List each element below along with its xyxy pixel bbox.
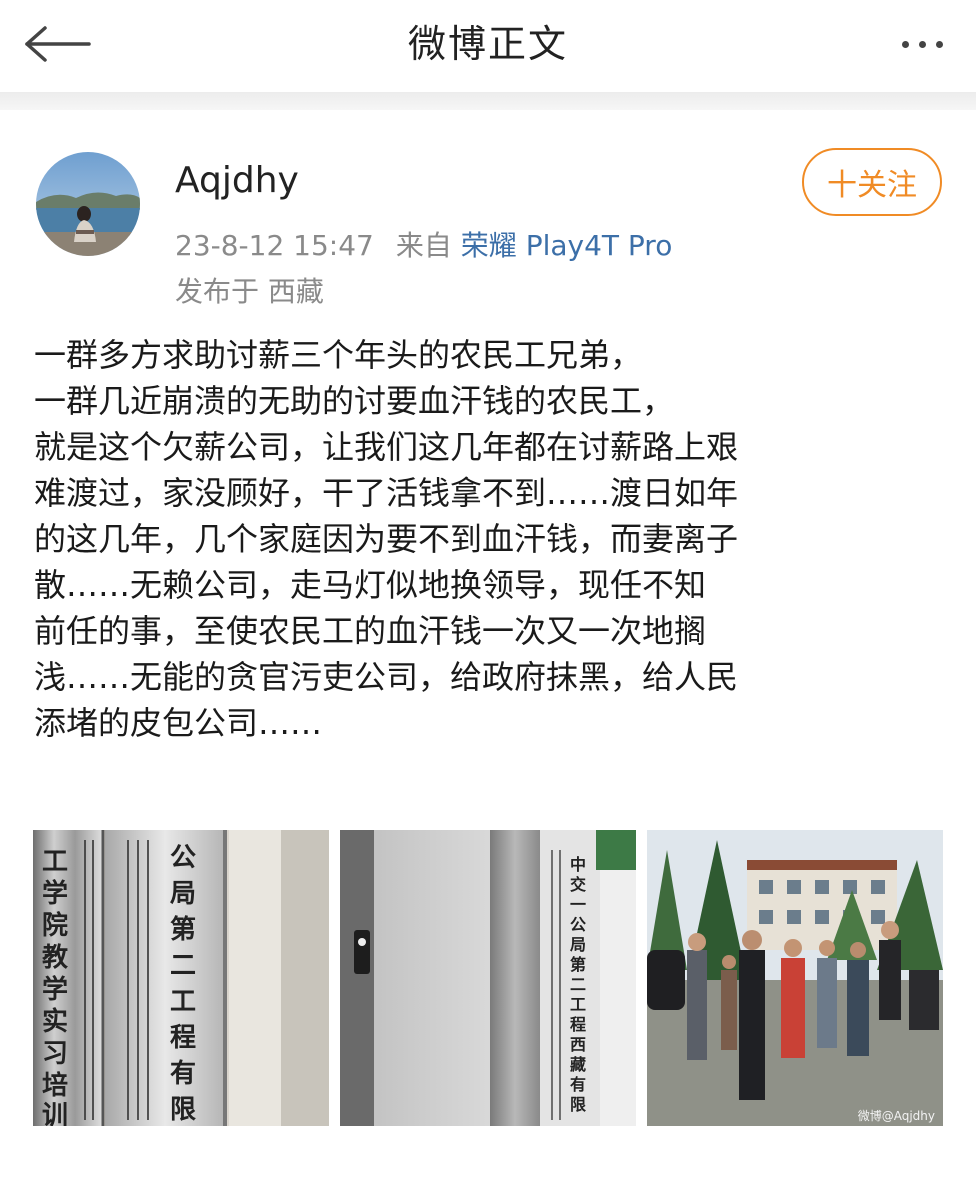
svg-text:藏: 藏 (570, 1055, 586, 1074)
sign-photo-2: 中 交 一 公 局 第 二 工 程 西 藏 有 限 (340, 830, 636, 1126)
post-line: 一群多方求助讨薪三个年头的农民工兄弟， (34, 336, 643, 374)
top-nav-bar: 微博正文 (0, 0, 976, 92)
crowd-photo: 微博@Aqjdhy (647, 830, 943, 1126)
svg-text:有: 有 (570, 1075, 586, 1094)
nav-divider (0, 92, 976, 110)
post-line: 添堵的皮包公司…… (34, 704, 323, 742)
follow-button[interactable]: 十关注 (802, 148, 942, 216)
post-line: 一群几近崩溃的无助的讨要血汗钱的农民工， (34, 382, 675, 420)
svg-text:交: 交 (570, 875, 586, 894)
avatar-image (36, 152, 140, 256)
image-watermark: 微博@Aqjdhy (858, 1108, 935, 1123)
post-line: 前任的事，至使农民工的血汗钱一次又一次地搁 (34, 612, 707, 650)
post-line: 散……无赖公司，走马灯似地换领导，现任不知 (34, 566, 707, 604)
svg-text:局: 局 (570, 935, 586, 954)
post-image-3[interactable]: 微博@Aqjdhy (647, 830, 943, 1126)
sign-photo-1: 工 学 院 教 学 实 习 培 训 公 局 第 二 工 程 有 限 (33, 830, 329, 1126)
svg-text:公: 公 (570, 915, 586, 934)
svg-text:实: 实 (42, 1006, 68, 1037)
more-dots-icon (901, 40, 909, 48)
svg-text:工: 工 (170, 987, 196, 1017)
device-source-link[interactable]: 荣耀 Play4T Pro (461, 229, 673, 262)
post-meta: 23-8-12 15:47 来自 荣耀 Play4T Pro (175, 224, 672, 264)
more-dot (935, 40, 943, 48)
sign-left-text: 工 (42, 847, 68, 877)
svg-text:限: 限 (170, 1095, 196, 1125)
svg-text:学: 学 (42, 878, 68, 909)
svg-text:培: 培 (42, 1071, 68, 1101)
svg-text:有: 有 (170, 1059, 196, 1089)
svg-text:程: 程 (570, 1015, 586, 1034)
svg-text:学: 学 (42, 974, 68, 1005)
post-location: 发布于 西藏 (175, 275, 324, 308)
page-title: 微博正文 (407, 22, 568, 66)
svg-text:习: 习 (42, 1039, 68, 1069)
post-line: 难渡过，家没顾好，干了活钱拿不到……渡日如年 (34, 474, 739, 512)
post-body: 一群多方求助讨薪三个年头的农民工兄弟， 一群几近崩溃的无助的讨要血汗钱的农民工，… (34, 332, 934, 746)
svg-text:程: 程 (170, 1023, 196, 1053)
svg-text:工: 工 (570, 995, 586, 1014)
post-line: 的这几年，几个家庭因为要不到血汗钱，而妻离子 (34, 520, 739, 558)
svg-text:一: 一 (570, 895, 586, 914)
svg-text:二: 二 (170, 951, 196, 981)
post-timestamp: 23-8-12 15:47 (175, 229, 374, 262)
svg-text:中: 中 (570, 855, 586, 874)
svg-text:训: 训 (42, 1101, 68, 1126)
svg-text:局: 局 (170, 879, 196, 909)
svg-text:院: 院 (42, 910, 68, 941)
source-prefix: 来自 (395, 229, 452, 262)
post-line: 就是这个欠薪公司，让我们这几年都在讨薪路上艰 (34, 428, 739, 466)
svg-text:第: 第 (570, 955, 586, 974)
author-username[interactable]: Aqjdhy (175, 160, 299, 201)
post-line: 浅……无能的贪官污吏公司，给政府抹黑，给人民 (34, 658, 739, 696)
avatar[interactable] (36, 152, 140, 256)
svg-text:西: 西 (570, 1035, 586, 1054)
post-image-1[interactable]: 工 学 院 教 学 实 习 培 训 公 局 第 二 工 程 有 限 (33, 830, 329, 1126)
more-dot (918, 40, 926, 48)
svg-text:第: 第 (170, 914, 196, 945)
svg-text:二: 二 (570, 975, 586, 994)
more-button[interactable] (890, 22, 954, 66)
bottom-spacer (0, 1150, 976, 1200)
svg-text:教: 教 (42, 943, 68, 973)
post-image-2[interactable]: 中 交 一 公 局 第 二 工 程 西 藏 有 限 (340, 830, 636, 1126)
svg-text:限: 限 (570, 1095, 587, 1114)
svg-text:公: 公 (170, 843, 196, 873)
